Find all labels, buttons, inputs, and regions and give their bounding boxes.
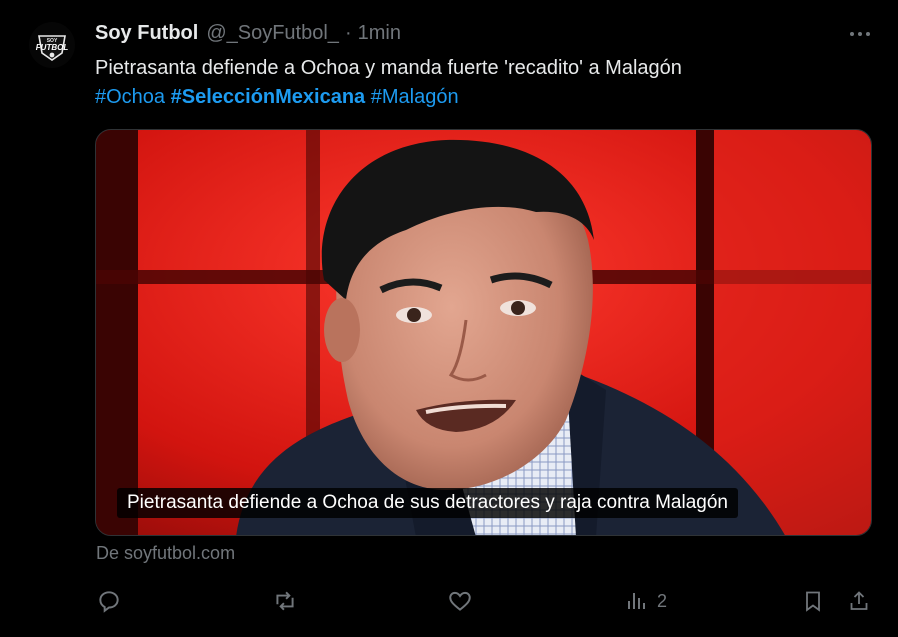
bookmark-button[interactable] <box>801 586 825 616</box>
share-icon <box>850 591 868 610</box>
action-bar: 2 <box>0 586 898 616</box>
views-icon <box>628 593 645 609</box>
hashtag-malagon[interactable]: #Malagón <box>371 86 459 108</box>
timestamp[interactable]: 1min <box>358 22 401 45</box>
hashtag-ochoa[interactable]: #Ochoa <box>95 86 165 108</box>
more-icon[interactable] <box>848 24 872 44</box>
like-button[interactable] <box>447 586 473 616</box>
post-text-block: Pietrasanta defiende a Ochoa y manda fue… <box>95 54 875 112</box>
reply-button[interactable] <box>96 586 122 616</box>
like-icon <box>449 591 471 611</box>
retweet-icon <box>276 591 294 611</box>
retweet-button[interactable] <box>272 586 298 616</box>
card-image <box>96 130 871 535</box>
link-source[interactable]: De soyfutbol.com <box>96 543 235 564</box>
video-caption: Pietrasanta defiende a Ochoa de sus detr… <box>117 488 738 518</box>
views-count: 2 <box>657 590 668 611</box>
author-name[interactable]: Soy Futbol <box>95 22 198 45</box>
bookmark-icon <box>806 591 820 612</box>
views-button[interactable]: 2 <box>625 586 667 616</box>
link-card[interactable]: Pietrasanta defiende a Ochoa de sus detr… <box>95 129 872 536</box>
author-handle[interactable]: @_SoyFutbol_ <box>206 22 339 45</box>
hashtag-list: #Ochoa #SelecciónMexicana #Malagón <box>95 83 875 112</box>
avatar[interactable]: SOY FUTBOL <box>29 22 75 68</box>
post-text: Pietrasanta defiende a Ochoa y manda fue… <box>95 57 682 79</box>
separator: · <box>344 21 352 44</box>
reply-icon <box>99 591 119 613</box>
hashtag-seleccion-mexicana[interactable]: #SelecciónMexicana <box>171 86 366 108</box>
post-header: Soy Futbol @_SoyFutbol_ · 1min <box>95 21 401 45</box>
svg-text:FUTBOL: FUTBOL <box>36 43 69 52</box>
soy-futbol-logo: SOY FUTBOL <box>29 22 75 68</box>
share-button[interactable] <box>847 586 871 616</box>
